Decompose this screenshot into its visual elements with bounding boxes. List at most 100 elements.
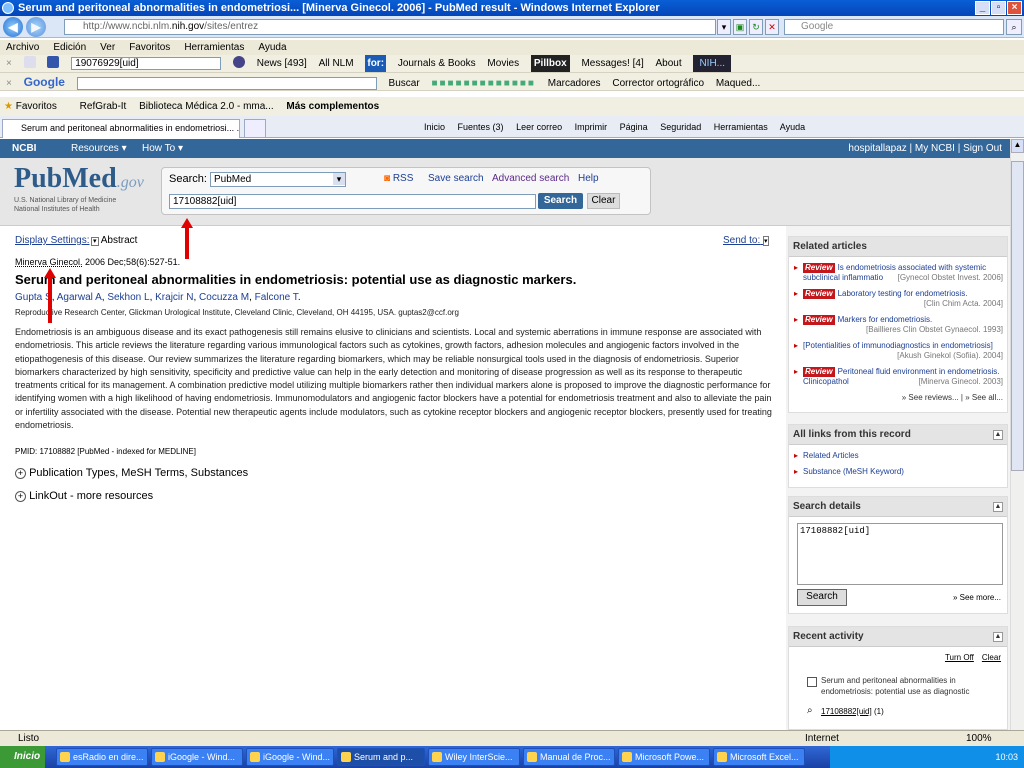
scroll-up-icon[interactable]: ▲ bbox=[1011, 139, 1024, 153]
tb-journals[interactable]: Journals & Books bbox=[398, 55, 476, 72]
database-select[interactable]: PubMed bbox=[210, 172, 346, 187]
advanced-search-link[interactable]: Advanced search bbox=[492, 173, 569, 184]
save-search-link[interactable]: Save search bbox=[428, 173, 484, 184]
pubmed-logo[interactable]: PubMed.gov bbox=[14, 163, 144, 195]
publication-types-toggle[interactable]: + Publication Types, MeSH Terms, Substan… bbox=[15, 467, 248, 479]
taskbar-item[interactable]: Manual de Proc... bbox=[523, 748, 615, 766]
display-settings-link[interactable]: Display Settings: bbox=[15, 235, 89, 246]
tb-buscar[interactable]: Buscar bbox=[389, 75, 420, 90]
tb-pillbox[interactable]: Pillbox bbox=[530, 55, 570, 72]
taskbar-item[interactable]: iGoogle - Wind... bbox=[246, 748, 334, 766]
taskbar-item[interactable]: iGoogle - Wind... bbox=[151, 748, 243, 766]
go-icon[interactable] bbox=[232, 56, 245, 68]
search-button[interactable]: Search bbox=[538, 193, 583, 209]
cmd-seguridad[interactable]: Seguridad bbox=[660, 122, 701, 132]
close-window-button[interactable]: × bbox=[1007, 1, 1022, 15]
all-links-item[interactable]: Substance (MeSH Keyword) bbox=[791, 467, 1003, 477]
author-link[interactable]: Gupta S bbox=[15, 292, 52, 303]
url-dropdown-button[interactable]: ▾ bbox=[717, 19, 731, 35]
cmd-imprimir[interactable]: Imprimir bbox=[575, 122, 608, 132]
collapse-icon[interactable]: ▲ bbox=[993, 502, 1003, 512]
fav-mas-complementos[interactable]: Más complementos bbox=[286, 101, 379, 112]
url-field[interactable]: http://www.ncbi.nlm.nih.gov/sites/entrez bbox=[64, 19, 716, 35]
menu-archivo[interactable]: Archivo bbox=[6, 40, 39, 55]
ncbi-resources-menu[interactable]: Resources ▾ bbox=[71, 139, 127, 158]
minimize-button[interactable]: _ bbox=[975, 1, 990, 15]
see-all-link[interactable]: » See all... bbox=[965, 393, 1003, 402]
browser-search-input[interactable]: Google bbox=[784, 19, 1004, 35]
page-icon[interactable] bbox=[23, 56, 36, 68]
author-link[interactable]: Krajcir N bbox=[155, 292, 193, 303]
related-item[interactable]: ReviewIs endometriosis associated with s… bbox=[791, 263, 1003, 283]
menu-herramientas[interactable]: Herramientas bbox=[184, 40, 244, 55]
cmd-ayuda[interactable]: Ayuda bbox=[780, 122, 805, 132]
back-button[interactable]: ◀ bbox=[3, 17, 23, 37]
toolbar-icons[interactable]: ■■■■■■■■■■■■■ bbox=[431, 75, 536, 90]
tb-allnlm[interactable]: All NLM bbox=[319, 55, 354, 72]
search-icon[interactable]: ⌕ bbox=[1006, 19, 1022, 35]
related-item[interactable]: [Potentialities of immunodiagnostics in … bbox=[791, 341, 1003, 361]
tb-maqued[interactable]: Maqued... bbox=[716, 75, 760, 90]
collapse-icon[interactable]: ▲ bbox=[993, 632, 1003, 642]
author-link[interactable]: Cocuzza M bbox=[199, 292, 249, 303]
tb-marcadores[interactable]: Marcadores bbox=[548, 75, 601, 90]
send-to-link[interactable]: Send to: ▾ bbox=[723, 235, 769, 246]
forward-button[interactable]: ▶ bbox=[26, 17, 46, 37]
fav-biblioteca[interactable]: Biblioteca Médica 2.0 - mma... bbox=[139, 101, 274, 112]
related-item[interactable]: ReviewPeritoneal fluid environment in en… bbox=[791, 367, 1003, 387]
recent-query-link[interactable]: 17108882[uid] bbox=[821, 707, 872, 716]
cmd-herramientas[interactable]: Herramientas bbox=[714, 122, 768, 132]
favorites-button[interactable]: Favoritos bbox=[16, 101, 57, 112]
refresh-icon[interactable]: ↻ bbox=[749, 19, 763, 35]
taskbar-item[interactable]: esRadio en dire... bbox=[56, 748, 148, 766]
google-search-input[interactable] bbox=[76, 76, 377, 90]
compat-icon[interactable]: ▣ bbox=[733, 19, 747, 35]
page-scrollbar[interactable]: ▲ bbox=[1010, 139, 1024, 730]
search-term-input[interactable]: 17108882[uid] bbox=[169, 194, 536, 209]
recent-item[interactable]: Serum and peritoneal abnormalities in en… bbox=[821, 675, 1001, 697]
tb-corrector[interactable]: Corrector ortográfico bbox=[612, 75, 704, 90]
taskbar-item-active[interactable]: Serum and p... bbox=[337, 748, 425, 766]
tb-news[interactable]: News [493] bbox=[257, 55, 307, 72]
display-mode[interactable]: ▾ Abstract bbox=[91, 235, 137, 246]
search-details-button[interactable]: Search bbox=[797, 589, 847, 606]
collapse-icon[interactable]: ▲ bbox=[993, 430, 1003, 440]
journal-link[interactable]: Minerva Ginecol. bbox=[15, 257, 83, 267]
ncbi-logo[interactable]: NCBI bbox=[12, 139, 36, 158]
author-link[interactable]: Agarwal A bbox=[57, 292, 102, 303]
restore-button[interactable]: ▫ bbox=[991, 1, 1006, 15]
tb-movies[interactable]: Movies bbox=[487, 55, 519, 72]
menu-ayuda[interactable]: Ayuda bbox=[258, 40, 286, 55]
ncbi-user-link[interactable]: hospitallapaz bbox=[848, 143, 906, 154]
taskbar-item[interactable]: Wiley InterScie... bbox=[428, 748, 520, 766]
cmd-pagina[interactable]: Página bbox=[620, 122, 648, 132]
tb-for[interactable]: for: bbox=[365, 55, 387, 72]
taskbar-item[interactable]: Microsoft Excel... bbox=[713, 748, 805, 766]
related-item[interactable]: ReviewLaboratory testing for endometrios… bbox=[791, 289, 1003, 309]
my-ncbi-link[interactable]: My NCBI bbox=[915, 143, 955, 154]
start-button[interactable]: Inicio bbox=[0, 746, 45, 768]
taskbar-item[interactable]: Microsoft Powe... bbox=[618, 748, 710, 766]
sign-out-link[interactable]: Sign Out bbox=[963, 143, 1002, 154]
related-item[interactable]: ReviewMarkers for endometriosis. [Bailli… bbox=[791, 315, 1003, 335]
cmd-fuentes[interactable]: Fuentes (3) bbox=[458, 122, 504, 132]
stop-icon[interactable]: ✕ bbox=[765, 19, 779, 35]
all-links-item[interactable]: Related Articles bbox=[791, 451, 1003, 461]
tab-active[interactable]: Serum and peritoneal abnormalities in en… bbox=[2, 119, 240, 138]
menu-favoritos[interactable]: Favoritos bbox=[129, 40, 170, 55]
turn-off-link[interactable]: Turn Off bbox=[945, 653, 974, 662]
close-toolbar-icon[interactable]: × bbox=[6, 55, 12, 72]
linkout-toggle[interactable]: + LinkOut - more resources bbox=[15, 490, 153, 502]
cmd-inicio[interactable]: Inicio bbox=[424, 122, 445, 132]
cmd-leer-correo[interactable]: Leer correo bbox=[516, 122, 562, 132]
menu-ver[interactable]: Ver bbox=[100, 40, 115, 55]
rss-link[interactable]: ◙ RSS bbox=[384, 173, 413, 184]
ncbi-howto-menu[interactable]: How To ▾ bbox=[142, 139, 183, 158]
clear-activity-link[interactable]: Clear bbox=[982, 653, 1001, 662]
tb-about[interactable]: About bbox=[656, 55, 682, 72]
author-link[interactable]: Sekhon L bbox=[107, 292, 149, 303]
search-details-textarea[interactable]: 17108882[uid] bbox=[797, 523, 1003, 585]
nlm-query-input[interactable]: 19076929[uid] bbox=[71, 56, 222, 70]
help-link[interactable]: Help bbox=[578, 173, 599, 184]
close-google-toolbar-icon[interactable]: × bbox=[6, 75, 12, 90]
